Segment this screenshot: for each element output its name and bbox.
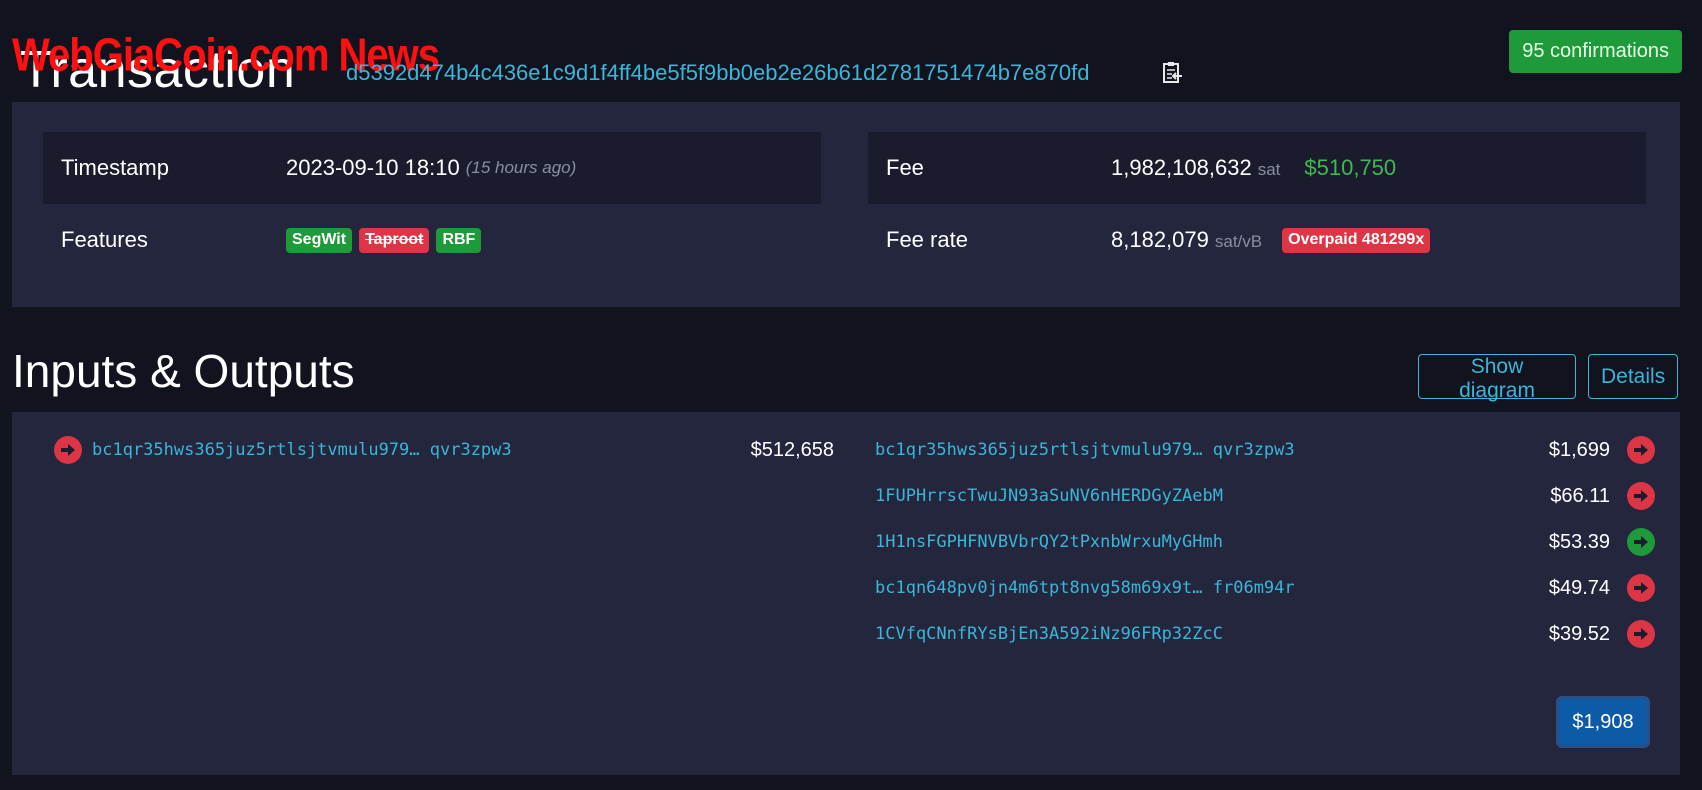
arrow-right-circle-icon[interactable] <box>1627 528 1655 556</box>
fee-fiat: $510,750 <box>1304 155 1397 180</box>
show-diagram-button[interactable]: Show diagram <box>1418 354 1576 402</box>
output-address-link[interactable]: 1FUPHrrscTwuJN93aSuNV6nHERDGyZAebM <box>875 486 1223 506</box>
output-amount: $49.74 <box>1548 576 1610 599</box>
arrow-right-circle-icon[interactable] <box>54 436 82 464</box>
output-amount: $39.52 <box>1548 622 1610 645</box>
output-row: 1FUPHrrscTwuJN93aSuNV6nHERDGyZAebM $66.1… <box>875 476 1655 516</box>
feature-badge-taproot: Taproot <box>359 227 430 253</box>
inputs-outputs-heading: Inputs & Outputs <box>12 345 355 397</box>
timestamp-row: Timestamp 2023-09-10 18:10 (15 hours ago… <box>43 132 821 204</box>
fee-rate-unit: sat/vB <box>1214 231 1263 251</box>
input-amount: $512,658 <box>750 438 834 461</box>
confirmations-badge: 95 confirmations <box>1509 30 1682 73</box>
summary-right-column: Fee 1,982,108,632 sat $510,750 Fee rate … <box>868 132 1646 276</box>
features-label: Features <box>61 227 148 252</box>
input-address-link[interactable]: bc1qr35hws365juz5rtlsjtvmulu979… qvr3zpw… <box>92 440 512 460</box>
output-row: bc1qr35hws365juz5rtlsjtvmulu979… qvr3zpw… <box>875 430 1655 470</box>
output-address-link[interactable]: 1CVfqCNnfRYsBjEn3A592iNz96FRp32ZcC <box>875 624 1223 644</box>
details-button[interactable]: Details <box>1588 354 1678 399</box>
timestamp-label: Timestamp <box>61 155 169 180</box>
fee-sats: 1,982,108,632 <box>1111 155 1252 180</box>
summary-left-column: Timestamp 2023-09-10 18:10 (15 hours ago… <box>43 132 821 276</box>
fee-label: Fee <box>886 155 924 180</box>
feature-badge-rbf: RBF <box>436 227 482 253</box>
overpaid-badge: Overpaid 481299x <box>1282 227 1431 253</box>
timestamp-value: 2023-09-10 18:10 (15 hours ago) <box>286 155 576 181</box>
clipboard-icon[interactable] <box>1161 60 1183 86</box>
fee-rate-value: 8,182,079 sat/vB Overpaid 481299x <box>1111 227 1437 253</box>
transaction-id-link[interactable]: d5392d474b4c436e1c9d1f4ff4be5f5f9bb0eb2e… <box>346 60 1089 86</box>
output-address-link[interactable]: bc1qn648pv0jn4m6tpt8nvg58m69x9t… fr06m94… <box>875 578 1295 598</box>
transaction-summary: Timestamp 2023-09-10 18:10 (15 hours ago… <box>12 102 1680 307</box>
fee-rate-label: Fee rate <box>886 227 968 252</box>
output-row: 1CVfqCNnfRYsBjEn3A592iNz96FRp32ZcC $39.5… <box>875 614 1655 654</box>
features-row: Features SegWit Taproot RBF <box>43 204 821 276</box>
arrow-right-circle-icon[interactable] <box>1627 620 1655 648</box>
fee-rate-row: Fee rate 8,182,079 sat/vB Overpaid 48129… <box>868 204 1646 276</box>
timestamp-date: 2023-09-10 18:10 <box>286 155 460 180</box>
total-output-button[interactable]: $1,908 <box>1556 696 1650 748</box>
arrow-right-circle-icon[interactable] <box>1627 574 1655 602</box>
output-address-link[interactable]: 1H1nsFGPHFNVBVbrQY2tPxnbWrxuMyGHmh <box>875 532 1223 552</box>
output-amount: $1,699 <box>1548 438 1610 461</box>
inputs-outputs-panel: bc1qr35hws365juz5rtlsjtvmulu979… qvr3zpw… <box>12 412 1680 775</box>
output-address-link[interactable]: bc1qr35hws365juz5rtlsjtvmulu979… qvr3zpw… <box>875 440 1295 460</box>
output-row: bc1qn648pv0jn4m6tpt8nvg58m69x9t… fr06m94… <box>875 568 1655 608</box>
fee-rate-number: 8,182,079 <box>1111 227 1209 252</box>
timestamp-relative: (15 hours ago) <box>465 158 577 177</box>
input-row: bc1qr35hws365juz5rtlsjtvmulu979… qvr3zpw… <box>54 430 834 470</box>
fee-row: Fee 1,982,108,632 sat $510,750 <box>868 132 1646 204</box>
feature-badge-segwit: SegWit <box>286 227 353 253</box>
transaction-page: Transaction WebGiaCoin.com News d5392d47… <box>0 0 1702 790</box>
output-amount: $66.11 <box>1550 484 1610 507</box>
fee-value: 1,982,108,632 sat $510,750 <box>1111 155 1396 181</box>
output-amount: $53.39 <box>1548 530 1610 553</box>
arrow-right-circle-icon[interactable] <box>1627 436 1655 464</box>
fee-unit: sat <box>1257 159 1281 179</box>
arrow-right-circle-icon[interactable] <box>1627 482 1655 510</box>
transaction-header: Transaction WebGiaCoin.com News d5392d47… <box>12 18 1692 99</box>
output-row: 1H1nsFGPHFNVBVbrQY2tPxnbWrxuMyGHmh $53.3… <box>875 522 1655 562</box>
features-badges: SegWit Taproot RBF <box>286 227 488 253</box>
